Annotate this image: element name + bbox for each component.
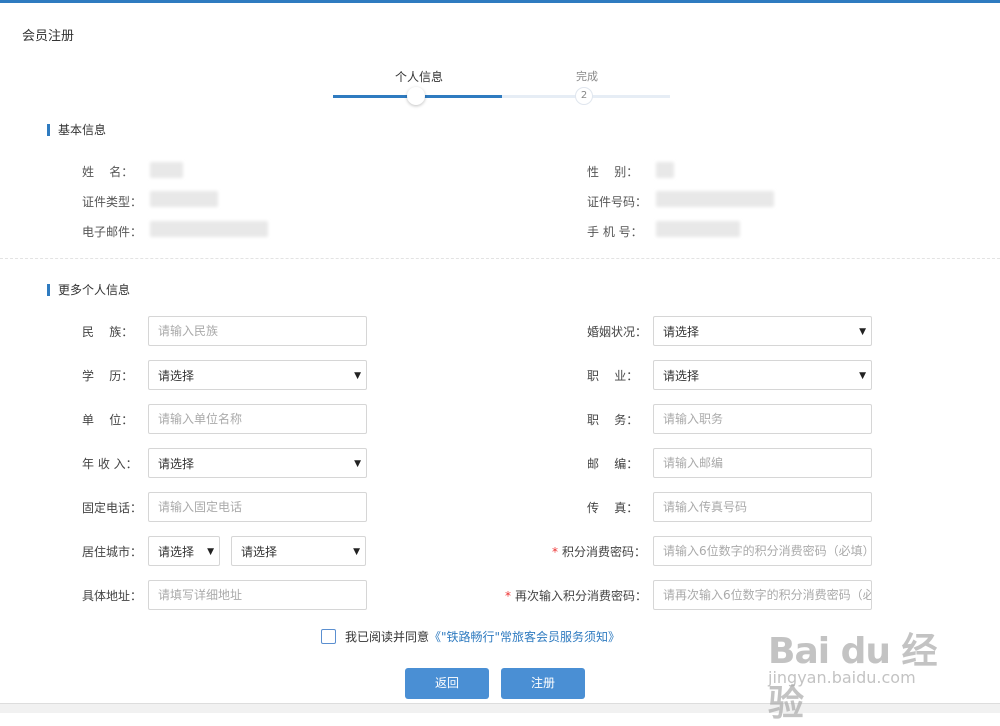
marital-status-label: 婚姻状况：: [587, 325, 648, 339]
education-value: 请选择: [158, 369, 195, 383]
basic-info-heading: 基本信息: [47, 124, 106, 136]
income-select[interactable]: 请选择 ▼: [148, 448, 367, 478]
employer-input[interactable]: 请输入单位名称: [148, 404, 367, 434]
postcode-label: 邮 编：: [587, 457, 639, 471]
education-select[interactable]: 请选择 ▼: [148, 360, 367, 390]
points-password-confirm-input[interactable]: 请再次输入6位数字的积分消费密码（必填）: [653, 580, 872, 610]
step-1-label: 个人信息: [395, 70, 444, 84]
landline-input[interactable]: 请输入固定电话: [148, 492, 367, 522]
address-input[interactable]: 请填写详细地址: [148, 580, 367, 610]
income-label: 年 收 入：: [82, 457, 138, 471]
id-type-value-redacted: [150, 191, 218, 207]
register-button[interactable]: 注册: [501, 668, 585, 699]
top-accent-line: [0, 0, 1000, 3]
fax-input[interactable]: 请输入传真号码: [653, 492, 872, 522]
id-number-label: 证件号码：: [587, 195, 648, 209]
occupation-value: 请选择: [663, 369, 700, 383]
education-label: 学 历：: [82, 369, 134, 383]
gender-value-redacted: [656, 162, 674, 178]
city-select[interactable]: 请选择 ▼: [231, 536, 366, 566]
caret-down-icon: ▼: [859, 327, 866, 337]
occupation-select[interactable]: 请选择 ▼: [653, 360, 872, 390]
id-number-value-redacted: [656, 191, 774, 207]
watermark-sub: jingyan.baidu.com: [768, 668, 916, 687]
employer-label: 单 位：: [82, 413, 134, 427]
more-info-heading: 更多个人信息: [47, 284, 130, 296]
city-label: 居住城市：: [82, 545, 143, 559]
income-value: 请选择: [158, 457, 195, 471]
phone-value-redacted: [656, 221, 740, 237]
fax-label: 传 真：: [587, 501, 639, 515]
job-title-label: 职 务：: [587, 413, 639, 427]
gender-label: 性 别：: [587, 165, 639, 179]
required-marker: *: [505, 589, 511, 603]
agreement-link[interactable]: 《"铁路畅行"常旅客会员服务须知》: [429, 630, 620, 644]
step-1-marker: [407, 87, 425, 105]
id-type-label: 证件类型：: [82, 195, 143, 209]
step-2-marker: 2: [575, 87, 593, 105]
agreement-row: 我已阅读并同意《"铁路畅行"常旅客会员服务须知》: [321, 628, 620, 645]
section-divider: [0, 258, 1000, 259]
city-value: 请选择: [241, 545, 278, 559]
province-select[interactable]: 请选择 ▼: [148, 536, 220, 566]
ethnicity-input[interactable]: 请输入民族: [148, 316, 367, 346]
email-label: 电子邮件：: [82, 225, 143, 239]
email-value-redacted: [150, 221, 268, 237]
province-value: 请选择: [158, 545, 195, 559]
caret-down-icon: ▼: [353, 547, 360, 557]
name-label: 姓 名：: [82, 165, 134, 179]
marital-status-value: 请选择: [663, 325, 700, 339]
required-marker: *: [552, 545, 558, 559]
points-password-confirm-label: * 再次输入积分消费密码：: [505, 587, 647, 604]
ethnicity-label: 民 族：: [82, 325, 134, 339]
landline-label: 固定电话：: [82, 501, 143, 515]
job-title-input[interactable]: 请输入职务: [653, 404, 872, 434]
caret-down-icon: ▼: [354, 459, 361, 469]
checkbox-icon[interactable]: [321, 629, 336, 644]
caret-down-icon: ▼: [859, 371, 866, 381]
points-password-label: * 积分消费密码：: [552, 543, 646, 560]
marital-status-select[interactable]: 请选择 ▼: [653, 316, 872, 346]
postcode-input[interactable]: 请输入邮编: [653, 448, 872, 478]
caret-down-icon: ▼: [207, 547, 214, 557]
points-password-confirm-label-text: 再次输入积分消费密码：: [515, 589, 648, 603]
step-2-label: 完成: [576, 70, 598, 83]
page-title: 会员注册: [22, 29, 75, 44]
agreement-text: 我已阅读并同意: [345, 630, 430, 644]
step-progress: 个人信息 完成 2: [333, 64, 673, 109]
points-password-label-text: 积分消费密码：: [562, 545, 647, 559]
back-button[interactable]: 返回: [405, 668, 489, 699]
name-value-redacted: [150, 162, 183, 178]
baidu-watermark: Bai du 经验 jingyan.baidu.com: [768, 622, 958, 724]
caret-down-icon: ▼: [354, 371, 361, 381]
address-label: 具体地址：: [82, 589, 143, 603]
occupation-label: 职 业：: [587, 369, 639, 383]
phone-label: 手 机 号：: [587, 225, 643, 239]
points-password-input[interactable]: 请输入6位数字的积分消费密码（必填）: [653, 536, 872, 566]
